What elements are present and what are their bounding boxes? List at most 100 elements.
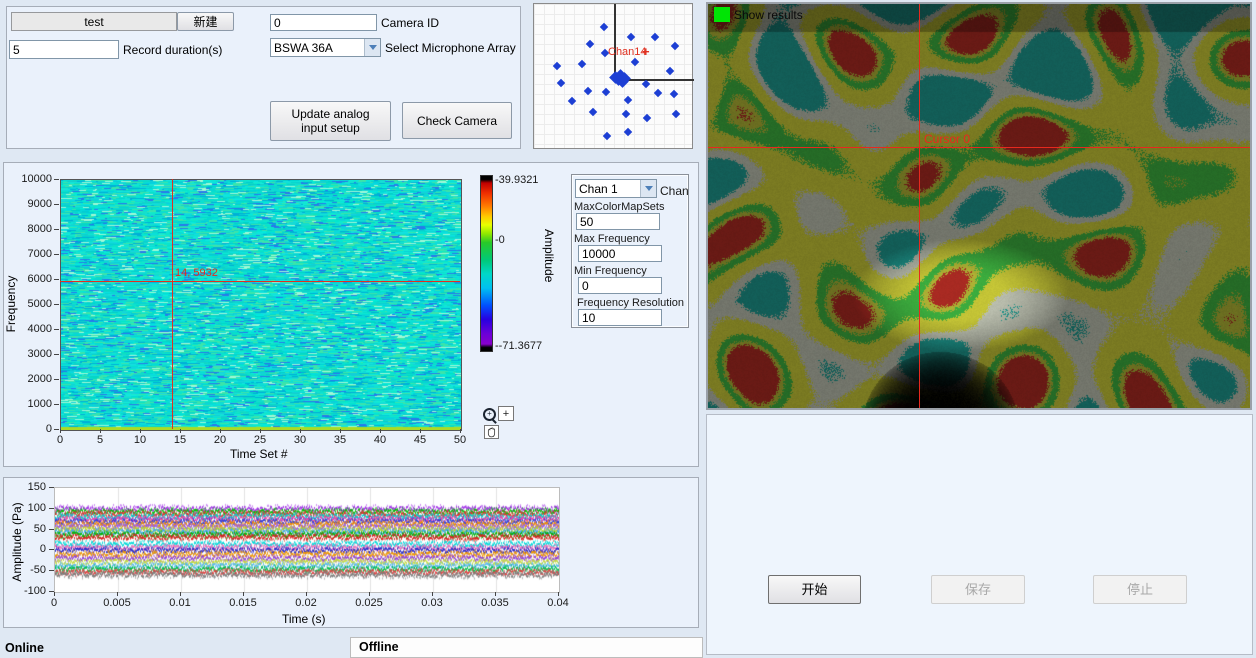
mic-point [586, 40, 594, 48]
cursor-tool-icon[interactable]: + [498, 406, 514, 421]
actions-panel: 开始 保存 停止 [706, 414, 1253, 655]
axis-tick: 40 [372, 434, 388, 446]
axis-tick: 2000 [14, 373, 52, 385]
mic-point [589, 108, 597, 116]
axis-tick: 6000 [14, 273, 52, 285]
acoustic-map-image[interactable] [708, 4, 1250, 408]
axis-tick [117, 592, 118, 596]
axis-tick [340, 429, 341, 433]
mic-point [624, 96, 632, 104]
channel-label: Chan [660, 184, 689, 198]
spectrogram-cursor-label: 14, 5932 [175, 267, 218, 279]
project-name-value: test [84, 15, 103, 29]
offline-status-label: Offline [359, 640, 399, 654]
check-camera-button[interactable]: Check Camera [402, 102, 512, 139]
mic-array-dropdown[interactable]: BSWA 36A [270, 38, 381, 57]
channel-value: Chan 1 [579, 182, 618, 196]
mic-point [643, 114, 651, 122]
spectrogram-cursor-hline[interactable] [60, 281, 460, 282]
mic-array-value: BSWA 36A [274, 41, 333, 55]
record-duration-input[interactable] [9, 40, 119, 59]
axis-tick [54, 254, 59, 255]
axis-tick [54, 354, 59, 355]
axis-tick [432, 592, 433, 596]
waveform-panel: -100-50050100150 00.0050.010.0150.020.02… [3, 477, 699, 628]
acoustic-camera-app: test 新建 Record duration(s) Camera ID BSW… [0, 0, 1256, 658]
show-results-checkbox[interactable] [714, 7, 730, 22]
new-project-button[interactable]: 新建 [177, 12, 234, 31]
axis-tick: 10 [132, 434, 148, 446]
axis-tick: 0.03 [416, 597, 448, 609]
axis-tick: 5 [92, 434, 108, 446]
axis-tick [558, 592, 559, 596]
save-button[interactable]: 保存 [931, 575, 1025, 604]
frequency-resolution-input[interactable] [578, 309, 662, 326]
axis-tick: 3000 [14, 348, 52, 360]
axis-tick: 0.005 [101, 597, 133, 609]
waveform-plot[interactable] [54, 487, 560, 593]
project-name-field[interactable]: test [11, 12, 177, 31]
channel-dropdown[interactable]: Chan 1 [575, 179, 657, 198]
axis-tick [54, 329, 59, 330]
spectrogram-xlabel: Time Set # [230, 447, 288, 461]
min-frequency-label: Min Frequency [574, 265, 647, 277]
axis-tick [460, 429, 461, 433]
axis-tick: 1000 [14, 398, 52, 410]
show-results-label: Show results [734, 8, 803, 22]
mic-array-plot[interactable]: + Chan14 [533, 3, 693, 149]
zoom-tool-icon[interactable]: + [483, 408, 496, 421]
mic-point [553, 62, 561, 70]
axis-tick: 4000 [14, 323, 52, 335]
axis-tick [180, 429, 181, 433]
axis-tick: 9000 [14, 198, 52, 210]
axis-tick [49, 570, 54, 571]
update-analog-input-button[interactable]: Update analog input setup [270, 101, 391, 141]
max-colormap-input[interactable] [576, 213, 660, 230]
mic-point [600, 23, 608, 31]
mic-plot-y-axis [614, 4, 616, 80]
axis-tick [49, 549, 54, 550]
color-scale-mid: -0 [495, 234, 505, 246]
axis-tick: 45 [412, 434, 428, 446]
max-colormap-label: MaxColorMapSets [574, 201, 664, 213]
record-duration-label: Record duration(s) [123, 43, 222, 57]
axis-tick [380, 429, 381, 433]
start-button[interactable]: 开始 [768, 575, 861, 604]
max-frequency-label: Max Frequency [574, 233, 650, 245]
min-frequency-input[interactable] [578, 277, 662, 294]
axis-tick [49, 508, 54, 509]
axis-tick: 15 [172, 434, 188, 446]
max-frequency-input[interactable] [578, 245, 662, 262]
chevron-down-icon[interactable] [364, 39, 380, 56]
camera-cursor-vline[interactable] [919, 4, 920, 408]
axis-tick [180, 592, 181, 596]
axis-tick [420, 429, 421, 433]
axis-tick: 35 [332, 434, 348, 446]
camera-id-input[interactable] [270, 14, 377, 31]
mic-point [603, 132, 611, 140]
axis-tick [100, 429, 101, 433]
camera-view[interactable]: Show results Cursor 0 [706, 2, 1252, 410]
mic-point [584, 87, 592, 95]
axis-tick: 8000 [14, 223, 52, 235]
axis-tick [54, 429, 59, 430]
axis-tick [54, 229, 59, 230]
axis-tick [54, 379, 59, 380]
axis-tick: 0 [14, 423, 52, 435]
axis-tick: 30 [292, 434, 308, 446]
axis-tick [49, 487, 54, 488]
chevron-down-icon[interactable] [640, 180, 656, 197]
stop-button[interactable]: 停止 [1093, 575, 1187, 604]
axis-tick [60, 429, 61, 433]
spectrogram-panel: 0100020003000400050006000700080009000100… [3, 162, 699, 467]
camera-cursor-hline[interactable] [708, 147, 1250, 148]
axis-tick: 25 [252, 434, 268, 446]
pan-tool-icon[interactable] [484, 425, 499, 439]
mic-point [622, 110, 630, 118]
spectrogram-plot[interactable] [60, 179, 462, 431]
axis-tick [54, 592, 55, 596]
spectrogram-cursor-vline[interactable] [172, 179, 173, 429]
axis-tick: 0.015 [227, 597, 259, 609]
axis-tick: 0.04 [542, 597, 574, 609]
axis-tick [300, 429, 301, 433]
